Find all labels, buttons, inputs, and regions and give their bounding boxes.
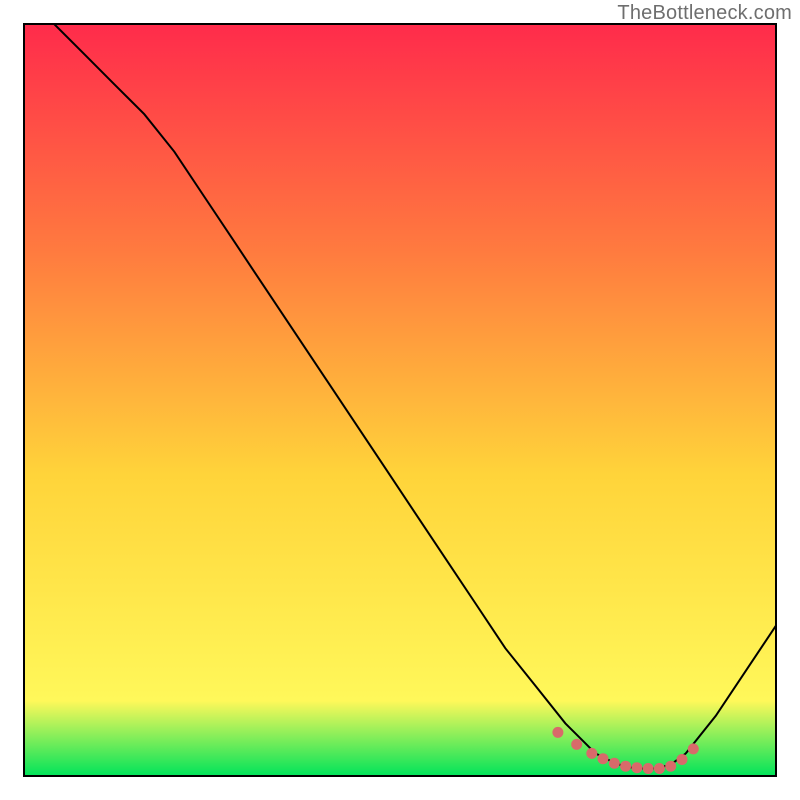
bottleneck-chart <box>0 0 800 800</box>
gradient-background <box>24 24 776 776</box>
watermark-text: TheBottleneck.com <box>617 2 792 25</box>
optimal-marker <box>586 748 597 759</box>
optimal-marker <box>631 762 642 773</box>
optimal-marker <box>609 758 620 769</box>
optimal-marker <box>598 753 609 764</box>
optimal-marker <box>688 743 699 754</box>
chart-container: TheBottleneck.com <box>0 0 800 800</box>
optimal-marker <box>677 754 688 765</box>
optimal-marker <box>552 727 563 738</box>
optimal-marker <box>665 761 676 772</box>
optimal-marker <box>571 739 582 750</box>
optimal-marker <box>654 763 665 774</box>
optimal-marker <box>643 763 654 774</box>
optimal-marker <box>620 761 631 772</box>
